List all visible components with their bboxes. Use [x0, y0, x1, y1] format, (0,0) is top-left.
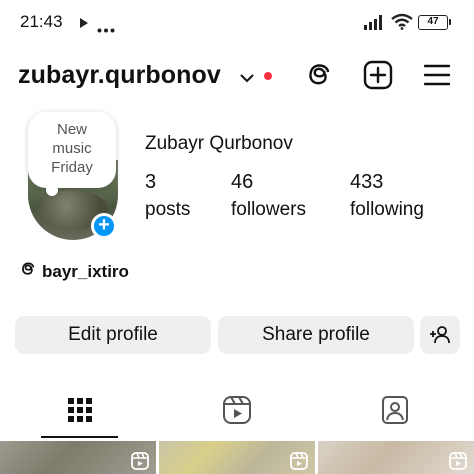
note-line: music: [52, 140, 92, 157]
display-name: Zubayr Qurbonov: [145, 133, 293, 154]
discover-people-button[interactable]: [420, 316, 460, 354]
stat-label: followers: [231, 199, 306, 220]
reel-icon: [289, 451, 309, 474]
tab-reels[interactable]: [217, 390, 257, 430]
profile-header: zubayr.qurbonov: [0, 52, 474, 100]
note-line: New: [56, 121, 87, 138]
stat-following[interactable]: 433 following: [350, 171, 424, 221]
stat-label: posts: [145, 199, 191, 220]
grid-item[interactable]: [318, 441, 474, 474]
notification-dot: [264, 72, 272, 80]
threads-icon[interactable]: [302, 58, 336, 92]
active-tab-indicator: [41, 436, 118, 438]
reel-icon: [130, 451, 150, 474]
wifi-icon: [391, 13, 413, 35]
stat-value: 46: [231, 171, 254, 193]
reels-icon: [217, 396, 257, 434]
add-person-icon: [429, 324, 451, 351]
grid-item[interactable]: [0, 441, 156, 474]
threads-icon: [18, 259, 38, 284]
note-line: Friday: [51, 159, 93, 176]
status-bar: 21:43 47: [0, 0, 474, 46]
create-icon[interactable]: [361, 58, 395, 92]
stat-value: 3: [145, 171, 157, 193]
tagged-icon: [375, 396, 415, 434]
status-time: 21:43: [20, 12, 63, 31]
more-dots-icon: [97, 20, 115, 38]
tab-posts-grid[interactable]: [60, 390, 100, 430]
edit-profile-button[interactable]: Edit profile: [15, 316, 211, 354]
stat-value: 433: [350, 171, 384, 193]
battery-icon: 47: [418, 15, 451, 30]
grid-item[interactable]: [159, 441, 315, 474]
stat-label: following: [350, 199, 424, 220]
menu-icon[interactable]: [420, 58, 454, 92]
signal-icon: [364, 14, 386, 35]
threads-profile-link[interactable]: bayr_ixtiro: [18, 259, 129, 284]
note-bubble[interactable]: New music Friday: [28, 112, 116, 196]
username-switcher[interactable]: zubayr.qurbonov: [18, 61, 221, 90]
threads-handle: bayr_ixtiro: [42, 261, 129, 281]
stat-followers[interactable]: 46 followers: [231, 171, 306, 221]
play-icon: [79, 16, 89, 34]
chevron-down-icon[interactable]: [240, 70, 254, 88]
reel-icon: [448, 451, 468, 474]
share-profile-button[interactable]: Share profile: [218, 316, 414, 354]
stat-posts[interactable]: 3 posts: [145, 171, 190, 221]
tab-tagged[interactable]: [375, 390, 415, 430]
grid-icon: [60, 398, 100, 434]
add-story-button[interactable]: +: [91, 213, 117, 239]
